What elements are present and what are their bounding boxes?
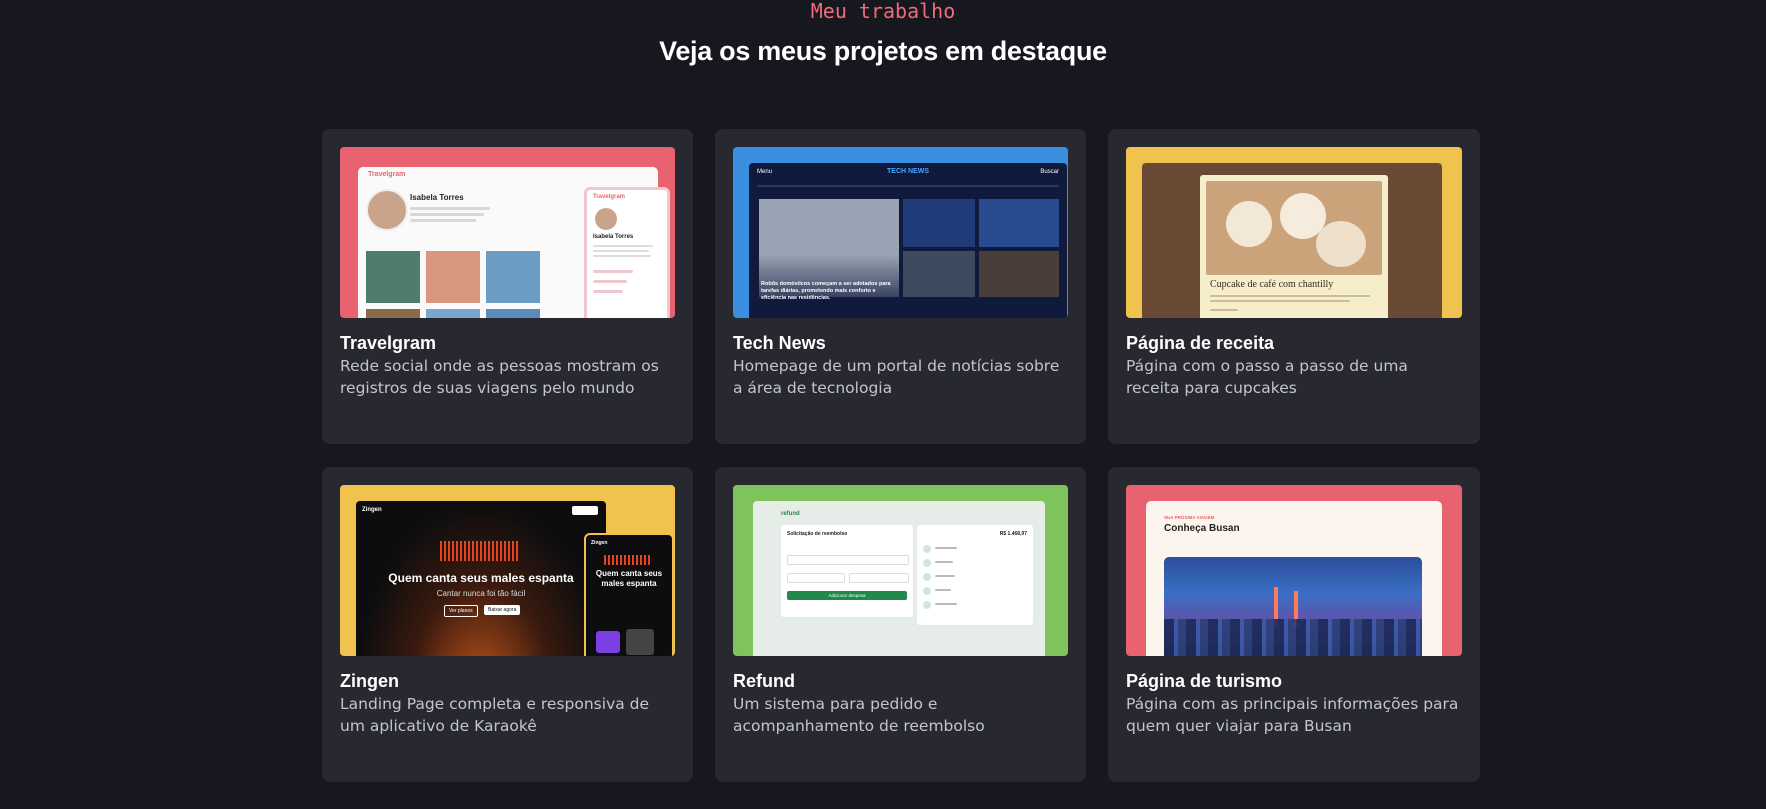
project-thumbnail-recipe[interactable]: Cupcake de café com chantilly <box>1126 147 1462 318</box>
project-title: Tech News <box>733 333 826 353</box>
mockup-total: R$ 1.468,97 <box>999 531 1027 537</box>
project-card-refund[interactable]: refund Solicitação de reembolso Adiciona… <box>715 467 1086 782</box>
project-thumbnail-tourism[interactable]: SUA PRÓXIMA VIAGEM Conheça Busan <box>1126 485 1462 656</box>
mockup-subheadline: Cantar nunca foi tão fácil <box>436 589 526 598</box>
desktop-mockup: Menu TECH NEWS Buscar Robôs domésticos c… <box>749 163 1067 318</box>
photo-thumb <box>426 309 480 318</box>
mockup-eyebrow: SUA PRÓXIMA VIAGEM <box>1164 515 1215 520</box>
project-title: Zingen <box>340 671 399 691</box>
photo-thumb <box>426 251 480 303</box>
project-title: Refund <box>733 671 795 691</box>
mockup-recipe-title: Cupcake de café com chantilly <box>1210 279 1334 290</box>
project-description: Rede social onde as pessoas mostram os r… <box>340 357 659 397</box>
mockup-logo: refund <box>781 511 800 517</box>
expense-list-panel: R$ 1.468,97 <box>917 525 1033 625</box>
desktop-mockup: refund Solicitação de reembolso Adiciona… <box>753 501 1045 656</box>
desktop-mockup: SUA PRÓXIMA VIAGEM Conheça Busan <box>1146 501 1442 656</box>
project-thumbnail-tech-news[interactable]: Menu TECH NEWS Buscar Robôs domésticos c… <box>733 147 1068 318</box>
project-thumbnail-travelgram[interactable]: Travelgram Isabela Torres Travelgram Isa… <box>340 147 675 318</box>
photo-thumb <box>366 309 420 318</box>
soundwave-graphic <box>440 541 520 561</box>
mockup-submit: Adicionar despesa <box>787 591 907 600</box>
mobile-mockup: Zingen Quem canta seus males espanta <box>584 533 674 656</box>
project-description: Landing Page completa e responsiva de um… <box>340 695 650 735</box>
photo-thumb <box>486 251 540 303</box>
project-card-tech-news[interactable]: Menu TECH NEWS Buscar Robôs domésticos c… <box>715 129 1086 444</box>
project-description: Página com o passo a passo de uma receit… <box>1126 357 1408 397</box>
section-eyebrow: Meu trabalho <box>810 0 956 23</box>
mockup-secondary-cta: Ver planos <box>444 605 478 617</box>
avatar <box>595 208 617 230</box>
cupcake-photo <box>1206 181 1382 275</box>
project-card-tourism[interactable]: SUA PRÓXIMA VIAGEM Conheça Busan Página … <box>1108 467 1480 782</box>
mockup-logo: TECH NEWS <box>887 168 929 175</box>
recipe-card: Cupcake de café com chantilly <box>1200 175 1388 318</box>
project-title: Travelgram <box>340 333 437 353</box>
section-title: Veja os meus projetos em destaque <box>659 36 1107 66</box>
mockup-logo: Travelgram <box>368 171 406 178</box>
project-card-zingen[interactable]: Zingen Quem canta seus males espanta Can… <box>322 467 693 782</box>
avatar <box>366 189 408 231</box>
project-description: Homepage de um portal de notícias sobre … <box>733 357 1060 397</box>
mockup-headline: Robôs domésticos começam a ser adotados … <box>761 281 891 301</box>
mockup-profile-name: Isabela Torres <box>410 193 464 202</box>
news-thumb <box>979 251 1059 297</box>
projects-grid: Travelgram Isabela Torres Travelgram Isa… <box>322 129 1480 782</box>
news-thumb <box>979 199 1059 247</box>
mockup-heading: Conheça Busan <box>1164 523 1240 534</box>
project-thumbnail-zingen[interactable]: Zingen Quem canta seus males espanta Can… <box>340 485 675 656</box>
news-thumb <box>903 251 975 297</box>
project-title: Página de turismo <box>1126 671 1283 691</box>
photo-thumb <box>366 251 420 303</box>
busan-photo <box>1164 557 1422 656</box>
project-card-recipe[interactable]: Cupcake de café com chantilly Página de … <box>1108 129 1480 444</box>
photo-thumb <box>486 309 540 318</box>
project-thumbnail-refund[interactable]: refund Solicitação de reembolso Adiciona… <box>733 485 1068 656</box>
form-panel: Solicitação de reembolso Adicionar despe… <box>781 525 913 617</box>
news-thumb <box>903 199 975 247</box>
project-description: Página com as principais informações par… <box>1126 695 1459 735</box>
mockup-headline: Quem canta seus males espanta <box>388 571 574 585</box>
mobile-mockup: Travelgram Isabela Torres <box>584 187 670 318</box>
desktop-mockup: Zingen Quem canta seus males espanta Can… <box>356 501 606 656</box>
project-description: Um sistema para pedido e acompanhamento … <box>733 695 985 735</box>
mockup-search: Buscar <box>1040 169 1059 175</box>
mockup-form-title: Solicitação de reembolso <box>787 531 848 537</box>
project-card-travelgram[interactable]: Travelgram Isabela Torres Travelgram Isa… <box>322 129 693 444</box>
project-title: Página de receita <box>1126 333 1275 353</box>
mockup-logo: Zingen <box>362 507 382 513</box>
mockup-primary-cta: Baixar agora <box>484 605 521 615</box>
